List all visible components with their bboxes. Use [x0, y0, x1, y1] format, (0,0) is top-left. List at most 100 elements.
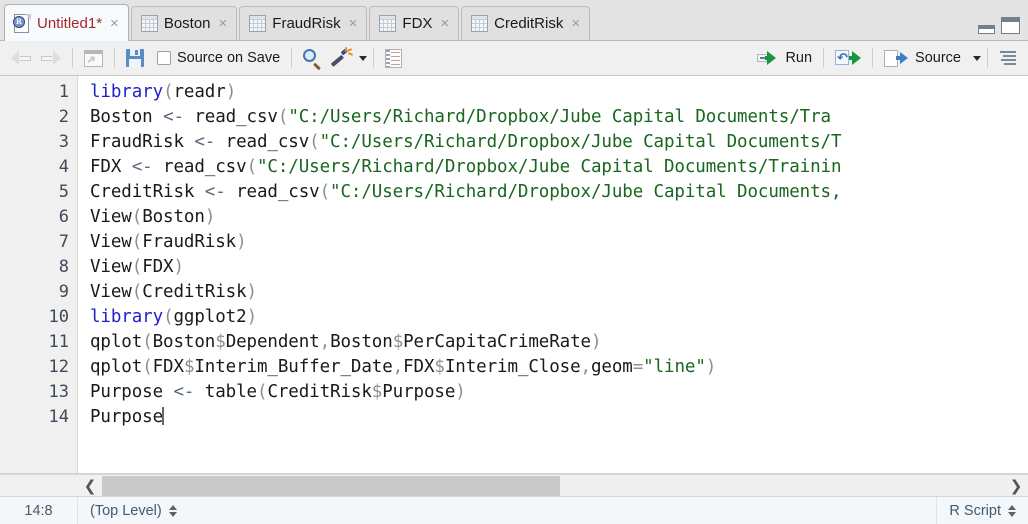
tab-label: FDX: [402, 15, 433, 32]
code-tools-button[interactable]: [327, 45, 368, 72]
scroll-left-button[interactable]: ❮: [78, 476, 102, 496]
code-line[interactable]: View(CreditRisk): [90, 280, 1028, 305]
document-outline-toggle-icon: [999, 50, 1017, 66]
run-button[interactable]: Run: [752, 45, 817, 72]
code-token: View: [90, 282, 132, 302]
code-editor[interactable]: 1 2 3 4 5 6 7 8 9 10 11 12 13 14 library(readr) Boston…: [0, 76, 1028, 474]
code-line[interactable]: View(FraudRisk): [90, 230, 1028, 255]
code-token: FDX: [142, 257, 174, 277]
scope-selector[interactable]: (Top Level): [78, 497, 189, 524]
line-number: 2: [58, 107, 69, 127]
text-cursor: [162, 407, 164, 425]
toolbar-divider: [114, 48, 115, 68]
scroll-right-button[interactable]: ❯: [1004, 476, 1028, 496]
code-line[interactable]: qplot(Boston$Dependent,Boston$PerCapitaC…: [90, 330, 1028, 355]
source-on-save-checkbox[interactable]: Source on Save: [149, 45, 285, 72]
code-line[interactable]: View(Boston): [90, 205, 1028, 230]
code-token: <-: [173, 382, 195, 402]
code-token: (: [131, 232, 143, 252]
code-tools-icon: [330, 46, 354, 68]
code-token: "line": [643, 357, 706, 377]
scrollbar-track[interactable]: [102, 475, 1004, 496]
compile-report-button[interactable]: [380, 45, 407, 72]
code-token: <-: [194, 132, 216, 152]
code-token: geom: [590, 357, 633, 377]
code-token: (: [142, 357, 153, 377]
code-line[interactable]: FDX <- read_csv("C:/Users/Richard/Dropbo…: [90, 155, 1028, 180]
code-line[interactable]: qplot(FDX$Interim_Buffer_Date,FDX$Interi…: [90, 355, 1028, 380]
editor-tab-fraudrisk[interactable]: FraudRisk ×: [239, 6, 368, 40]
rerun-previous-button[interactable]: ↶: [830, 45, 866, 72]
code-token: <-: [163, 107, 184, 127]
close-icon[interactable]: ×: [440, 16, 449, 31]
code-line[interactable]: Boston <- read_csv("C:/Users/Richard/Dro…: [90, 105, 1028, 130]
find-replace-icon: [303, 48, 322, 70]
code-token: Interim_Close: [444, 357, 581, 377]
chevron-updown-icon: [168, 504, 177, 517]
back-button[interactable]: [6, 45, 36, 72]
code-token: library: [90, 82, 164, 102]
code-token: Purpose: [90, 407, 164, 427]
code-token: ): [705, 357, 717, 377]
forward-button[interactable]: [36, 45, 66, 72]
line-number: 5: [58, 182, 69, 202]
close-icon[interactable]: ×: [349, 16, 358, 31]
close-icon[interactable]: ×: [110, 16, 119, 31]
toolbar-divider: [823, 48, 825, 68]
code-token: FDX: [152, 357, 184, 377]
code-token: View: [90, 207, 132, 227]
code-token: "C:/Users/Richard/Dropbox/Jube Capital D…: [330, 182, 842, 202]
code-token: (: [257, 382, 268, 402]
editor-tab-boston[interactable]: Boston ×: [130, 6, 238, 40]
line-number: 11: [48, 332, 69, 352]
source-label: Source: [915, 50, 961, 66]
code-token: (: [163, 307, 174, 327]
chevron-updown-icon: [1008, 504, 1016, 517]
pane-window-controls: [978, 17, 1020, 34]
file-type-label: R Script: [949, 502, 1001, 519]
rstudio-source-pane: R Untitled1* × Boston × FraudRisk × FDX × CreditR…: [0, 0, 1028, 524]
code-line[interactable]: Purpose: [90, 405, 1028, 430]
find-replace-button[interactable]: [298, 45, 327, 72]
code-token: Purpose: [90, 382, 174, 402]
code-token: "C:/Users/Richard/Dropbox/Jube Capital D…: [319, 132, 842, 152]
editor-tab-fdx[interactable]: FDX ×: [369, 6, 460, 40]
code-token: (: [131, 207, 143, 227]
code-token: View: [90, 257, 132, 277]
chevron-down-icon[interactable]: [973, 55, 981, 61]
code-token: CreditRisk: [267, 382, 372, 402]
data-grid-icon: [379, 15, 397, 32]
minimize-pane-icon[interactable]: [978, 25, 995, 34]
code-line[interactable]: library(ggplot2): [90, 305, 1028, 330]
code-token: PerCapitaCrimeRate: [403, 332, 591, 352]
code-line[interactable]: CreditRisk <- read_csv("C:/Users/Richard…: [90, 180, 1028, 205]
source-icon: [884, 49, 909, 67]
code-line[interactable]: View(FDX): [90, 255, 1028, 280]
code-token: CreditRisk: [90, 182, 205, 202]
editor-tab-creditrisk[interactable]: CreditRisk ×: [461, 6, 591, 40]
file-type-selector[interactable]: R Script: [936, 497, 1028, 524]
code-token: Boston: [330, 332, 393, 352]
editor-tab-untitled1[interactable]: R Untitled1* ×: [4, 4, 129, 41]
close-icon[interactable]: ×: [571, 16, 580, 31]
code-line[interactable]: Purpose <- table(CreditRisk$Purpose): [90, 380, 1028, 405]
code-text-area[interactable]: library(readr) Boston <- read_csv("C:/Use…: [78, 76, 1028, 473]
source-button[interactable]: Source: [879, 45, 981, 72]
code-token: CreditRisk: [142, 282, 247, 302]
document-outline-button[interactable]: [994, 45, 1022, 72]
code-token: <-: [204, 182, 226, 202]
data-grid-icon: [471, 15, 489, 32]
line-number: 12: [48, 357, 69, 377]
show-in-new-window-button[interactable]: [79, 45, 108, 72]
scrollbar-thumb[interactable]: [102, 475, 560, 496]
chevron-down-icon[interactable]: [359, 55, 368, 61]
close-icon[interactable]: ×: [219, 16, 228, 31]
save-button[interactable]: [121, 45, 149, 72]
editor-status-bar: 14:8 (Top Level) R Script: [0, 496, 1028, 524]
maximize-pane-icon[interactable]: [1001, 17, 1020, 34]
code-line[interactable]: library(readr): [90, 80, 1028, 105]
code-token: ): [204, 207, 216, 227]
forward-arrow-icon: [41, 50, 61, 66]
horizontal-scrollbar[interactable]: ❮ ❯: [0, 474, 1028, 496]
code-line[interactable]: FraudRisk <- read_csv("C:/Users/Richard/…: [90, 130, 1028, 155]
